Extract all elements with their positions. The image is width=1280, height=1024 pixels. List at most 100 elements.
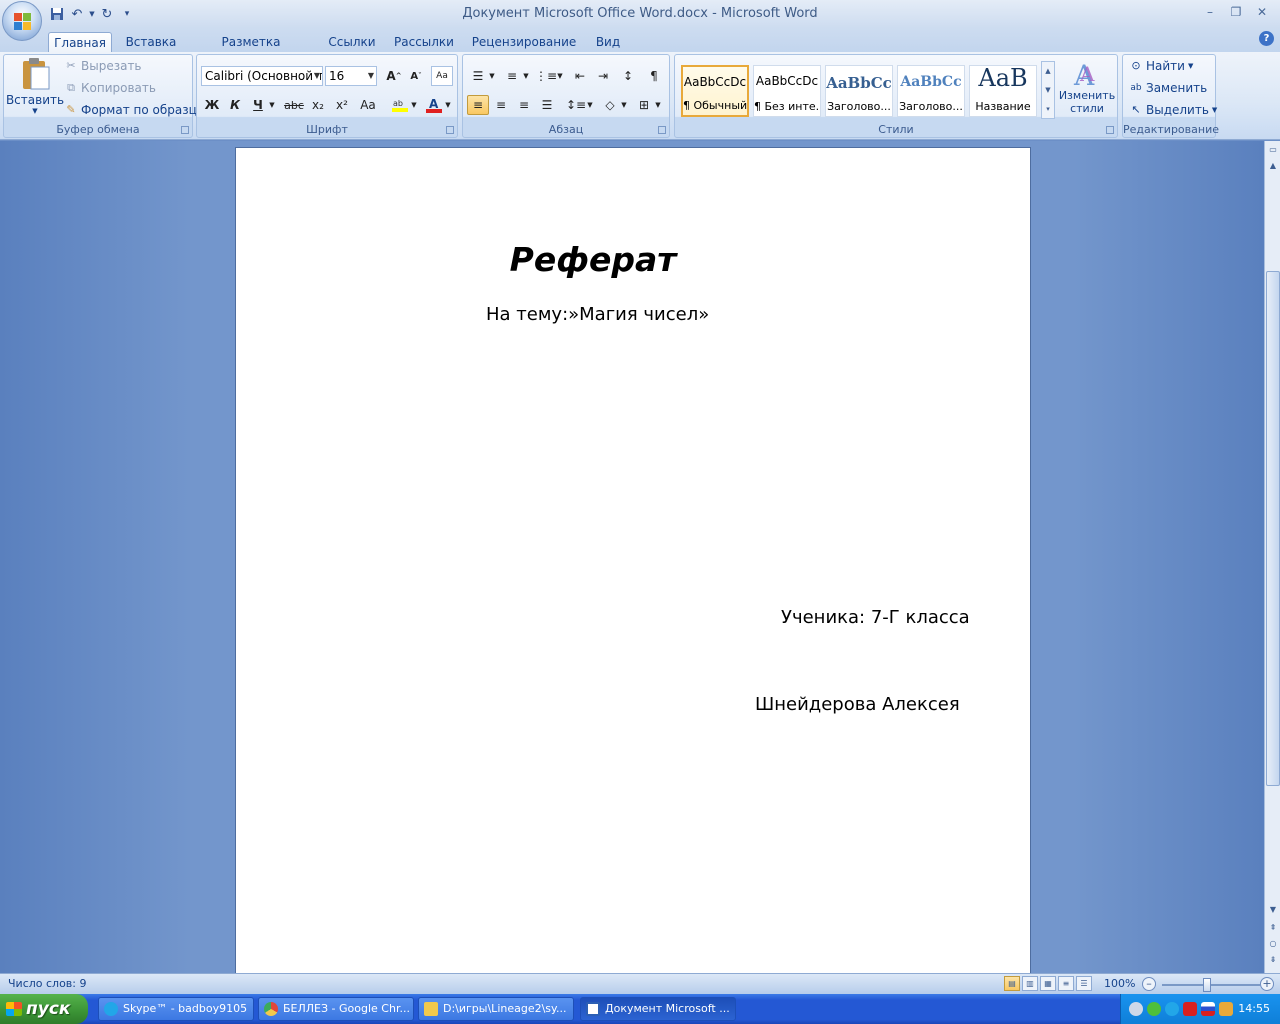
clipboard-launcher-icon[interactable] <box>181 126 189 134</box>
document-title[interactable]: Реферат <box>236 240 950 279</box>
undo-dropdown-icon[interactable]: ▼ <box>88 5 96 23</box>
tray-network-icon[interactable] <box>1219 1002 1233 1016</box>
align-center-icon[interactable]: ≡ <box>490 95 512 115</box>
align-right-icon[interactable]: ≡ <box>513 95 535 115</box>
full-screen-reading-icon[interactable]: ▥ <box>1022 976 1038 991</box>
multilevel-dropdown-icon[interactable]: ▼ <box>555 66 565 86</box>
select-button[interactable]: ↖ Выделить ▼ <box>1129 103 1217 117</box>
change-styles-button[interactable]: AA Изменить стили <box>1059 59 1115 121</box>
zoom-in-icon[interactable]: + <box>1260 977 1274 991</box>
cut-button[interactable]: ✂ Вырезать <box>64 59 141 73</box>
office-button[interactable] <box>2 1 42 41</box>
numbering-icon[interactable]: ≡ <box>501 66 523 86</box>
bold-button[interactable]: Ж <box>201 95 223 115</box>
font-color-icon[interactable]: A <box>423 95 445 115</box>
style-heading-2[interactable]: AaBbCc Заголово... <box>897 65 965 117</box>
grow-font-button[interactable]: A ^ <box>383 66 405 86</box>
line-spacing-dropdown-icon[interactable]: ▼ <box>585 95 595 115</box>
borders-icon[interactable]: ⊞ <box>633 95 655 115</box>
underline-button[interactable]: Ч <box>247 95 269 115</box>
sort-icon[interactable]: ↕ <box>617 66 639 86</box>
shading-icon[interactable]: ◇ <box>599 95 621 115</box>
font-name-combo[interactable]: Calibri (Основной текст) ▼ <box>201 66 323 86</box>
tray-expand-icon[interactable] <box>1129 1002 1143 1016</box>
font-launcher-icon[interactable] <box>446 126 454 134</box>
line-spacing-icon[interactable]: ↕≡ <box>565 95 587 115</box>
copy-button[interactable]: ⧉ Копировать <box>64 81 156 95</box>
numbering-dropdown-icon[interactable]: ▼ <box>521 66 531 86</box>
underline-dropdown-icon[interactable]: ▼ <box>267 95 277 115</box>
task-skype[interactable]: Skype™ - badboy9105 <box>98 997 254 1021</box>
tab-page-layout[interactable]: Разметка страницы <box>192 32 310 69</box>
multilevel-list-icon[interactable]: ⋮≡ <box>535 66 557 86</box>
student-class-line[interactable]: Ученика: 7-Г класса <box>781 607 970 628</box>
clear-formatting-button[interactable]: Aa <box>431 66 453 86</box>
document-subtitle[interactable]: На тему:»Магия чисел» <box>486 304 709 325</box>
format-painter-button[interactable]: ✎ Формат по образцу <box>64 103 203 117</box>
increase-indent-icon[interactable]: ⇥ <box>592 66 614 86</box>
clock[interactable]: 14:55 <box>1238 1002 1270 1015</box>
undo-icon[interactable]: ↶ <box>68 5 86 23</box>
change-case-button[interactable]: Aa <box>357 95 379 115</box>
print-layout-icon[interactable]: ▤ <box>1004 976 1020 991</box>
align-left-icon[interactable]: ≡ <box>467 95 489 115</box>
previous-page-icon[interactable]: ⇞ <box>1266 921 1280 935</box>
shading-dropdown-icon[interactable]: ▼ <box>619 95 629 115</box>
save-icon[interactable] <box>48 5 66 23</box>
replace-button[interactable]: ab Заменить <box>1129 81 1207 95</box>
highlight-dropdown-icon[interactable]: ▼ <box>409 95 419 115</box>
help-icon[interactable]: ? <box>1259 31 1274 46</box>
web-layout-icon[interactable]: ▦ <box>1040 976 1056 991</box>
show-marks-icon[interactable]: ¶ <box>643 66 665 86</box>
strikethrough-button[interactable]: abc <box>283 95 305 115</box>
tab-view[interactable]: Вид <box>592 32 624 52</box>
decrease-indent-icon[interactable]: ⇤ <box>569 66 591 86</box>
zoom-slider-thumb[interactable] <box>1203 978 1211 992</box>
task-chrome[interactable]: БЕЛЛЕЗ - Google Chr... <box>258 997 414 1021</box>
zoom-out-icon[interactable]: – <box>1142 977 1156 991</box>
task-word[interactable]: Документ Microsoft ... <box>580 997 736 1021</box>
styles-more-icon[interactable]: ▾ <box>1042 100 1054 118</box>
close-button[interactable]: ✕ <box>1250 3 1274 21</box>
scroll-down-icon[interactable]: ▼ <box>1266 903 1280 917</box>
tab-home[interactable]: Главная <box>48 32 112 52</box>
tab-review[interactable]: Рецензирование <box>470 32 578 52</box>
paste-button[interactable]: Вставить ▼ <box>6 57 64 121</box>
restore-button[interactable]: ❐ <box>1224 3 1248 21</box>
tab-mailings[interactable]: Рассылки <box>392 32 456 52</box>
shrink-font-button[interactable]: Aˇ <box>405 66 427 86</box>
styles-down-icon[interactable]: ▼ <box>1042 81 1054 100</box>
tray-ati-icon[interactable] <box>1183 1002 1197 1016</box>
vertical-scrollbar[interactable]: ▭ ▲ ▼ ⇞ ○ ⇟ <box>1264 141 1280 973</box>
tab-references[interactable]: Ссылки <box>324 32 380 52</box>
tray-language-icon[interactable] <box>1201 1002 1215 1016</box>
style-heading-1[interactable]: AaBbCc Заголово... <box>825 65 893 117</box>
ruler-toggle-icon[interactable]: ▭ <box>1266 143 1280 157</box>
bullets-dropdown-icon[interactable]: ▼ <box>487 66 497 86</box>
justify-icon[interactable]: ☰ <box>536 95 558 115</box>
highlight-icon[interactable]: ab <box>389 95 411 115</box>
redo-icon[interactable]: ↻ <box>98 5 116 23</box>
italic-button[interactable]: К <box>224 95 246 115</box>
borders-dropdown-icon[interactable]: ▼ <box>653 95 663 115</box>
outline-icon[interactable]: ≡ <box>1058 976 1074 991</box>
bullets-icon[interactable]: ☰ <box>467 66 489 86</box>
next-page-icon[interactable]: ⇟ <box>1266 953 1280 967</box>
tray-skype-icon[interactable] <box>1165 1002 1179 1016</box>
customize-qat-icon[interactable]: ▾ <box>118 5 136 23</box>
paragraph-launcher-icon[interactable] <box>658 126 666 134</box>
superscript-button[interactable]: x² <box>331 95 353 115</box>
draft-icon[interactable]: ☰ <box>1076 976 1092 991</box>
style-title[interactable]: AaB Название <box>969 64 1037 117</box>
student-name-line[interactable]: Шнейдерова Алексея <box>755 694 960 715</box>
minimize-button[interactable]: – <box>1198 3 1222 21</box>
tray-check-icon[interactable] <box>1147 1002 1161 1016</box>
task-explorer[interactable]: D:\игры\Lineage2\sy... <box>418 997 574 1021</box>
zoom-slider[interactable] <box>1162 984 1260 986</box>
document-page[interactable]: Реферат На тему:»Магия чисел» Ученика: 7… <box>235 147 1031 973</box>
subscript-button[interactable]: x₂ <box>307 95 329 115</box>
browse-object-icon[interactable]: ○ <box>1266 937 1280 951</box>
styles-scroll[interactable]: ▲ ▼ ▾ <box>1041 61 1055 119</box>
style-no-spacing[interactable]: AaBbCcDc ¶ Без инте... <box>753 65 821 117</box>
style-normal[interactable]: AaBbCcDc ¶ Обычный <box>681 65 749 117</box>
